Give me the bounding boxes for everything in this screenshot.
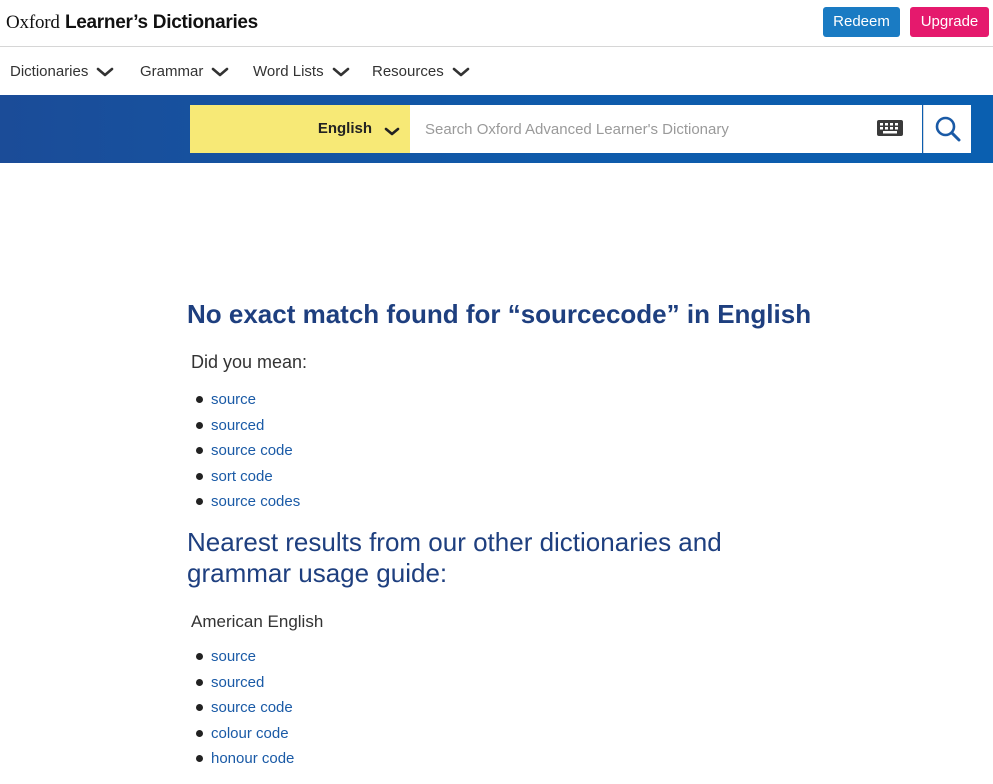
nav-label: Grammar [140,63,204,80]
list-item: source code [195,695,294,721]
bullet-icon [196,421,203,429]
chevron-down-icon [212,67,229,77]
chevron-down-icon [384,127,400,136]
bullet-icon [196,447,203,455]
bullet-icon [196,729,203,737]
suggestion-link[interactable]: source codes [211,493,300,510]
chevron-down-icon [332,67,349,77]
suggestion-link[interactable]: honour code [211,750,294,767]
other-results-heading: Nearest results from our other dictionar… [187,527,722,588]
suggestion-link[interactable]: source [211,648,256,665]
nav-label: Word Lists [253,63,324,80]
nav-label: Resources [372,63,444,80]
list-item: sourced [195,670,294,696]
logo-learners-dictionaries: Learner’s Dictionaries [64,12,258,33]
list-item: colour code [195,721,294,747]
suggestion-link[interactable]: sort code [211,468,273,485]
bullet-icon [196,498,203,506]
logo-oxford: Oxford [6,12,60,33]
list-item: sort code [195,464,300,490]
top-bar: Oxford Learner’s Dictionaries Redeem Upg… [0,0,993,47]
list-item: source [195,644,294,670]
did-you-mean-label: Did you mean: [191,352,308,372]
main-nav: Dictionaries Grammar Word Lists Resource… [0,48,993,95]
language-select-value: English [317,120,372,137]
main-content: No exact match found for “sourcecode” in… [0,163,993,784]
site-logo[interactable]: Oxford Learner’s Dictionaries [6,10,258,36]
search-button[interactable] [923,105,971,153]
list-item: source codes [195,489,300,515]
nav-item-dictionaries[interactable]: Dictionaries [10,62,114,82]
upgrade-button[interactable]: Upgrade [910,7,989,37]
chevron-down-icon [97,67,114,77]
nav-item-word-lists[interactable]: Word Lists [253,62,350,82]
american-suggestion-list: source sourced source code colour code h… [195,644,294,772]
search-input[interactable] [410,105,922,153]
page-title: No exact match found for “sourcecode” in… [187,299,812,329]
bullet-icon [196,678,203,686]
keyboard-icon[interactable] [876,119,904,137]
suggestion-link[interactable]: source code [211,699,293,716]
suggestion-link[interactable]: sourced [211,417,264,434]
redeem-button[interactable]: Redeem [823,7,900,37]
suggestion-link[interactable]: colour code [211,725,289,742]
chevron-down-icon [452,67,470,77]
nav-item-grammar[interactable]: Grammar [140,62,229,82]
search-band: English [0,95,993,163]
bullet-icon [196,704,203,712]
suggestion-link[interactable]: source [211,391,256,408]
language-select[interactable]: English [190,105,410,153]
bullet-icon [196,755,203,763]
list-item: sourced [195,413,300,439]
suggestion-list: source sourced source code sort code sou… [195,387,300,515]
suggestion-link[interactable]: source code [211,442,293,459]
list-item: source code [195,438,300,464]
search-icon [935,116,961,142]
list-item: honour code [195,746,294,772]
bullet-icon [196,472,203,480]
list-item: source [195,387,300,413]
suggestion-link[interactable]: sourced [211,674,264,691]
nav-label: Dictionaries [10,63,89,80]
american-english-label: American English [191,612,324,631]
nav-item-resources[interactable]: Resources [372,62,470,82]
bullet-icon [196,396,203,403]
bullet-icon [196,653,203,660]
